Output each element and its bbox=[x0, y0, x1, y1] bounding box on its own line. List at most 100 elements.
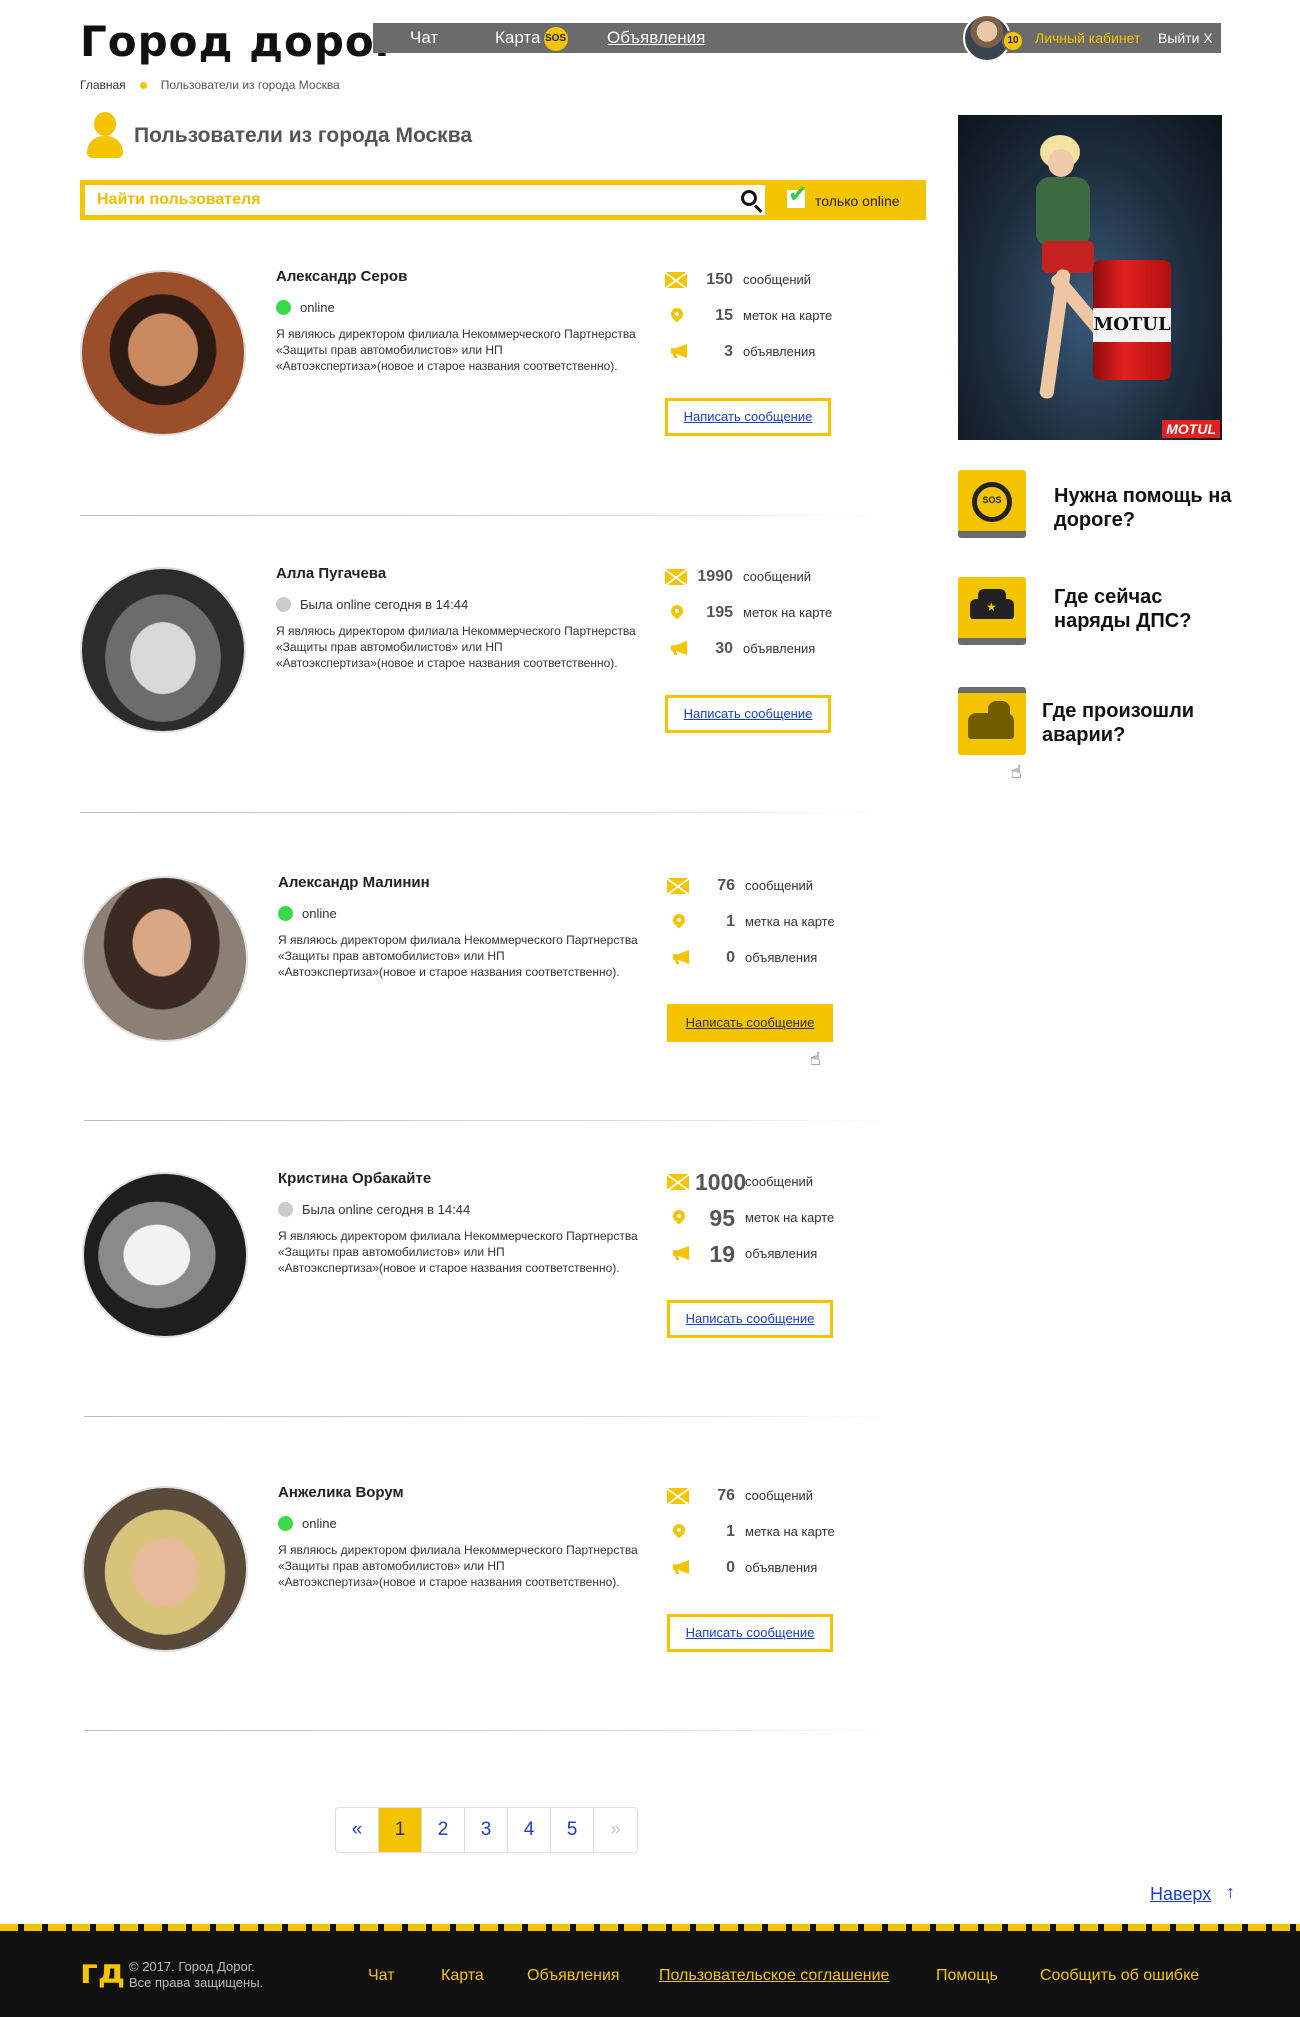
megaphone-icon bbox=[673, 950, 689, 964]
personal-cabinet-link[interactable]: Личный кабинет bbox=[1035, 23, 1140, 53]
user-photo-avatar[interactable] bbox=[80, 567, 246, 733]
ads-count: 0 bbox=[726, 1559, 735, 1576]
footer-road-stripe bbox=[0, 1924, 1300, 1931]
marks-label: меток на карте bbox=[745, 1210, 835, 1225]
online-only-label: только online bbox=[815, 193, 900, 209]
write-message-button[interactable]: Написать сообщение bbox=[665, 398, 831, 436]
pagination-page-5[interactable]: 5 bbox=[551, 1808, 594, 1852]
nav-ads-link[interactable]: Объявления bbox=[607, 23, 705, 53]
user-card: Кристина Орбакайте Была online сегодня в… bbox=[82, 1170, 902, 1430]
pagination-page-2[interactable]: 2 bbox=[422, 1808, 465, 1852]
police-patrols-link[interactable]: Где сейчас наряды ДПС? bbox=[958, 577, 1228, 653]
user-bio: Я являюсь директором филиала Некоммерчес… bbox=[276, 624, 636, 670]
user-status: online bbox=[278, 906, 337, 921]
site-logo[interactable]: Город дорог bbox=[80, 18, 398, 66]
pagination-page-4[interactable]: 4 bbox=[508, 1808, 551, 1852]
messages-count: 150 bbox=[706, 271, 733, 288]
footer: гд © 2017. Город Дорог. Все права защище… bbox=[0, 1924, 1300, 2017]
user-card: Александр Малинин online Я являюсь дирек… bbox=[82, 874, 902, 1134]
online-status-dot-icon bbox=[278, 1516, 293, 1531]
map-pin-icon bbox=[671, 605, 683, 621]
online-only-checkbox[interactable]: ✔ только online bbox=[777, 181, 917, 215]
ads-count: 19 bbox=[709, 1241, 735, 1267]
footer-logo[interactable]: гд bbox=[80, 1954, 125, 1990]
user-photo-avatar[interactable] bbox=[82, 1486, 248, 1652]
hand-cursor-icon: ☝ bbox=[810, 1049, 821, 1069]
marks-label: метка на карте bbox=[745, 914, 835, 929]
card-divider bbox=[80, 515, 890, 516]
write-message-button[interactable]: Написать сообщение bbox=[667, 1004, 833, 1042]
footer-link-chat[interactable]: Чат bbox=[368, 1967, 395, 1985]
breadcrumb-separator-icon bbox=[139, 82, 147, 90]
police-patrols-tile[interactable] bbox=[958, 577, 1026, 645]
nav-chat-link[interactable]: Чат bbox=[410, 23, 438, 53]
write-message-button[interactable]: Написать сообщение bbox=[665, 695, 831, 733]
back-to-top-link[interactable]: Наверх bbox=[1150, 1884, 1211, 1905]
copyright-line: Все права защищены. bbox=[129, 1975, 264, 1990]
road-help-text[interactable]: Нужна помощь на дороге? bbox=[1054, 484, 1234, 532]
envelope-icon bbox=[665, 272, 687, 288]
pagination-page-1[interactable]: 1 bbox=[379, 1808, 422, 1852]
write-message-button[interactable]: Написать сообщение bbox=[667, 1300, 833, 1338]
megaphone-icon bbox=[671, 641, 687, 655]
accidents-text[interactable]: Где произошли аварии? bbox=[1042, 699, 1222, 747]
write-message-button[interactable]: Написать сообщение bbox=[667, 1614, 833, 1652]
map-pin-icon bbox=[673, 1524, 685, 1540]
footer-link-agreement[interactable]: Пользовательское соглашение bbox=[659, 1967, 889, 1985]
ads-count: 0 bbox=[726, 949, 735, 966]
ad-brand-logo: MOTUL bbox=[1162, 420, 1220, 438]
footer-link-help[interactable]: Помощь bbox=[936, 1967, 998, 1985]
user-bio: Я являюсь директором филиала Некоммерчес… bbox=[278, 1229, 638, 1275]
footer-link-ads[interactable]: Объявления bbox=[527, 1967, 620, 1985]
online-status-dot-icon bbox=[278, 906, 293, 921]
user-photo-avatar[interactable] bbox=[80, 270, 246, 436]
nav-map-link[interactable]: Карта SOS bbox=[495, 23, 568, 53]
envelope-icon bbox=[667, 878, 689, 894]
offline-status-dot-icon bbox=[276, 597, 291, 612]
road-help-link[interactable]: SOS Нужна помощь на дороге? bbox=[958, 470, 1231, 546]
user-name[interactable]: Александр Малинин bbox=[278, 874, 430, 891]
motul-ad-banner[interactable]: MOTUL MOTUL bbox=[958, 115, 1222, 440]
user-name[interactable]: Кристина Орбакайте bbox=[278, 1170, 431, 1187]
ads-label: объявления bbox=[745, 1246, 818, 1261]
messages-count: 76 bbox=[717, 1487, 735, 1504]
card-divider bbox=[84, 1416, 894, 1417]
user-photo-avatar[interactable] bbox=[82, 1172, 248, 1338]
user-status-text: online bbox=[302, 906, 337, 921]
sos-badge-icon: SOS bbox=[543, 26, 568, 51]
marks-count: 95 bbox=[709, 1205, 735, 1231]
logout-link[interactable]: Выйти Х bbox=[1158, 23, 1213, 53]
footer-link-map[interactable]: Карта bbox=[441, 1967, 484, 1985]
card-divider bbox=[84, 1120, 894, 1121]
ads-label: объявления bbox=[743, 344, 816, 359]
marks-count: 15 bbox=[715, 307, 733, 324]
checkmark-icon: ✔ bbox=[788, 181, 809, 208]
steering-wheel-sos-icon: SOS bbox=[972, 482, 1012, 522]
user-name[interactable]: Александр Серов bbox=[276, 268, 407, 285]
search-button[interactable] bbox=[733, 185, 765, 215]
copyright-line: © 2017. Город Дорог. bbox=[129, 1959, 255, 1974]
breadcrumb-home-link[interactable]: Главная bbox=[80, 78, 126, 92]
marks-label: меток на карте bbox=[743, 308, 833, 323]
ads-label: объявления bbox=[743, 641, 816, 656]
card-divider bbox=[84, 1730, 894, 1731]
user-photo-avatar[interactable] bbox=[82, 876, 248, 1042]
megaphone-icon bbox=[673, 1560, 689, 1574]
accidents-tile[interactable] bbox=[958, 687, 1026, 755]
search-bar: ✔ только online bbox=[80, 180, 926, 220]
map-pin-icon bbox=[673, 1210, 685, 1226]
pagination-next[interactable]: » bbox=[594, 1808, 637, 1852]
road-help-tile[interactable]: SOS bbox=[958, 470, 1026, 538]
police-patrols-text[interactable]: Где сейчас наряды ДПС? bbox=[1054, 585, 1234, 633]
user-name[interactable]: Анжелика Ворум bbox=[278, 1484, 404, 1501]
pagination-page-3[interactable]: 3 bbox=[465, 1808, 508, 1852]
pagination-prev[interactable]: « bbox=[336, 1808, 379, 1852]
messages-count: 1990 bbox=[697, 568, 733, 585]
marks-label: метка на карте bbox=[745, 1524, 835, 1539]
footer-link-report-error[interactable]: Сообщить об ошибке bbox=[1040, 1967, 1199, 1985]
search-input[interactable] bbox=[85, 185, 765, 215]
user-name[interactable]: Алла Пугачева bbox=[276, 565, 386, 582]
messages-label: сообщений bbox=[745, 878, 814, 893]
accidents-link[interactable]: Где произошли аварии? bbox=[958, 687, 1228, 763]
arrow-up-icon[interactable]: ↑ bbox=[1226, 1882, 1235, 1903]
